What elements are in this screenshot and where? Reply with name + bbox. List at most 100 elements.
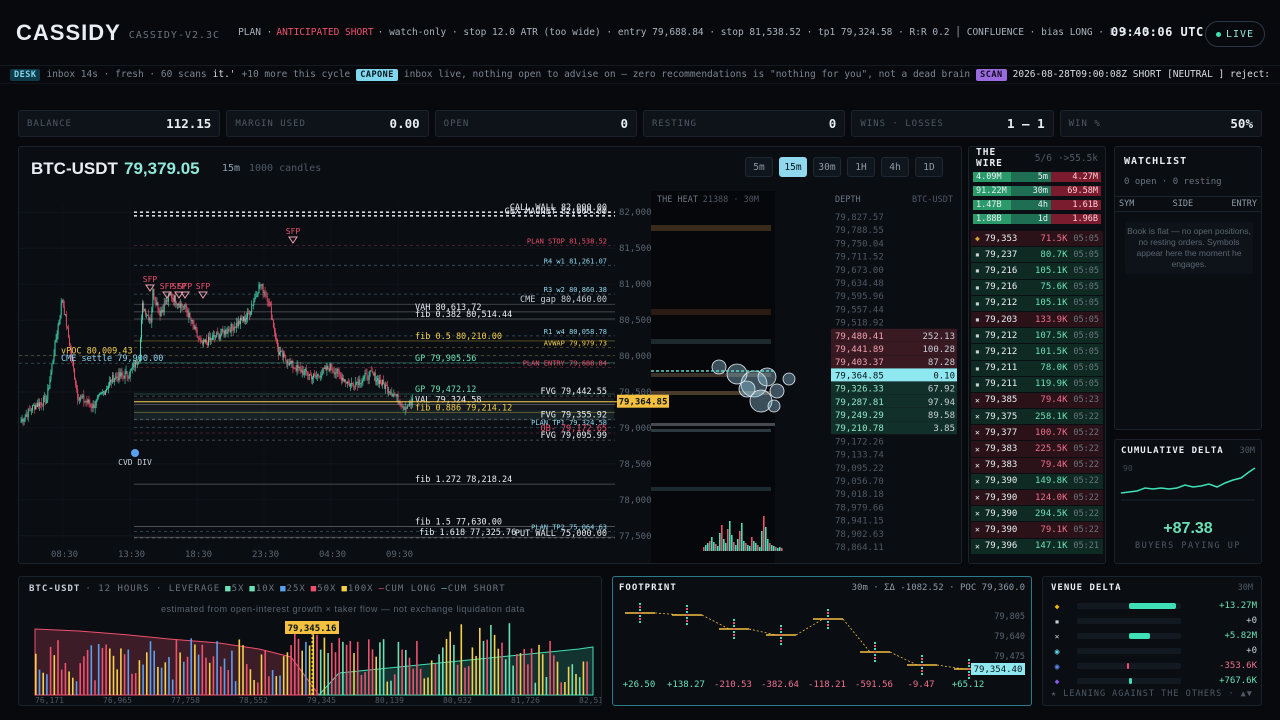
candle-body — [237, 320, 239, 326]
candle-body — [217, 332, 219, 334]
tf-button-4h[interactable]: 4h — [881, 157, 909, 177]
kraken-icon: ◆ — [1054, 676, 1060, 686]
liq-bar — [35, 653, 37, 695]
heat-volume-bar — [717, 546, 719, 551]
liq-bar — [305, 641, 307, 695]
wire-trade-row[interactable]: ▪ 79,212 101.5K 05:05 — [971, 344, 1103, 361]
cum-delta-caption: BUYERS PAYING UP — [1135, 541, 1241, 551]
tf-button-30m[interactable]: 30m — [813, 157, 841, 177]
wire-trade-row[interactable]: ✕ 79,375 258.1K 05:22 — [971, 409, 1103, 426]
tf-button-1h[interactable]: 1H — [847, 157, 875, 177]
liq-bar — [49, 646, 52, 695]
liq-x-tick: 76,965 — [103, 696, 132, 705]
venue-row[interactable]: ◉ +0 — [1049, 644, 1257, 658]
app-version: CASSIDY-V2.3C — [128, 30, 221, 41]
wire-trade-row[interactable]: ✕ 79,390 294.5K 05:22 — [971, 506, 1103, 523]
candle-body — [76, 385, 78, 390]
candle-body — [340, 375, 342, 381]
venue-row[interactable]: ◉ -353.6K — [1049, 659, 1257, 673]
wire-trade-row[interactable]: ✕ 79,383 79.4K 05:22 — [971, 457, 1103, 474]
candle-body — [98, 394, 100, 396]
col-sym[interactable]: SYM — [1119, 199, 1134, 209]
wire-trade-time: 05:22 — [1073, 508, 1099, 519]
price-chart-panel: BTC-USDT 79,379.05 15m 1000 candles 5m 1… — [18, 146, 962, 564]
candle-body — [387, 385, 389, 393]
heat-volume-bar — [749, 546, 751, 551]
candle-body — [309, 374, 310, 376]
candle-body — [299, 367, 301, 369]
liq-bar — [216, 641, 218, 695]
venue-delta-fill — [1129, 633, 1150, 639]
sfp-marker-icon[interactable] — [198, 291, 208, 299]
candlestick-chart[interactable]: 82,00081,50081,00080,50080,00079,50079,0… — [19, 191, 962, 563]
sfp-marker-icon[interactable] — [180, 291, 190, 299]
candle-body — [195, 326, 197, 330]
venue-row[interactable]: ▪ +0 — [1049, 614, 1257, 628]
candle-body — [238, 320, 240, 324]
wire-trade-row[interactable]: ▪ 79,203 133.9K 05:05 — [971, 311, 1103, 329]
candle-body — [42, 404, 44, 406]
wire-trade-row[interactable]: ✕ 79,383 225.5K 05:22 — [971, 441, 1103, 458]
heat-volume-bar — [747, 545, 749, 551]
wire-trade-row[interactable]: ✕ 79,390 149.8K 05:22 — [971, 473, 1103, 490]
liq-bar — [260, 654, 263, 695]
candle-body — [80, 396, 82, 398]
col-entry[interactable]: ENTRY — [1231, 199, 1257, 209]
wire-trade-row[interactable]: ◆ 79,353 71.5K 05:05 — [971, 231, 1103, 248]
liq-bar — [334, 652, 337, 695]
candle-body — [257, 293, 259, 297]
wire-trade-price: 79,212 — [984, 346, 1018, 357]
time-tick: 18:30 — [185, 550, 212, 560]
wire-trade-row[interactable]: ✕ 79,377 100.7K 05:22 — [971, 425, 1103, 442]
wire-trade-row[interactable]: ▪ 79,216 75.6K 05:05 — [971, 279, 1103, 296]
wire-trade-row[interactable]: ▪ 79,211 119.9K 05:05 — [971, 376, 1103, 393]
tf-button-1d[interactable]: 1D — [915, 157, 943, 177]
candle-body — [400, 405, 402, 406]
wire-trade-time: 05:05 — [1073, 298, 1099, 309]
liq-bar — [83, 656, 85, 695]
col-side[interactable]: SIDE — [1173, 199, 1193, 209]
depth-bid-price: 79,133.74 — [835, 451, 884, 461]
fp-poc-trend — [889, 651, 918, 666]
cvd-div-marker-icon[interactable] — [131, 449, 139, 457]
exchange-icon: ▪ — [975, 282, 980, 292]
liq-bar — [379, 642, 381, 695]
wire-trade-row[interactable]: ✕ 79,390 79.1K 05:22 — [971, 522, 1103, 539]
wire-trade-row[interactable]: ▪ 79,211 78.0K 05:05 — [971, 360, 1103, 377]
venue-row[interactable]: ◆ +767.6K — [1049, 674, 1257, 688]
sfp-marker-icon[interactable] — [288, 236, 298, 244]
wire-summary-row: 4.09M 5m 4.27M — [973, 170, 1101, 183]
candle-body — [251, 305, 253, 312]
wire-trade-row[interactable]: ▪ 79,216 105.1K 05:05 — [971, 263, 1103, 280]
tf-button-15m[interactable]: 15m — [779, 157, 807, 177]
scan-text: 2026-08-28T09:00:08Z SHORT [NEUTRAL ] re… — [1012, 69, 1271, 80]
candle-body — [48, 388, 50, 390]
wire-trade-row[interactable]: ✕ 79,396 147.1K 05:21 — [971, 538, 1103, 555]
venue-row[interactable]: ◆ +13.27M — [1049, 599, 1257, 613]
venue-delta-panel: VENUE DELTA 30M ◆ +13.27M ▪ +0 ✕ +5.82M ◉ +0 ◉ -3… — [1042, 576, 1262, 706]
wire-trade-row[interactable]: ▪ 79,212 107.5K 05:05 — [971, 328, 1103, 345]
depth-ask-price: 79,750.04 — [835, 239, 884, 249]
stat-value: 0.00 — [389, 116, 420, 131]
liq-bar — [127, 649, 130, 695]
wire-trade-row[interactable]: ▪ 79,212 105.1K 05:05 — [971, 295, 1103, 312]
candle-body — [222, 328, 224, 332]
level-label: FVG 79,095.99 — [540, 431, 607, 441]
live-button[interactable]: LIVE — [1205, 21, 1265, 47]
fp-cell — [639, 615, 641, 617]
tf-button-5m[interactable]: 5m — [745, 157, 773, 177]
liq-bar — [493, 634, 496, 695]
candle-body — [262, 284, 264, 293]
venue-row[interactable]: ✕ +5.82M — [1049, 629, 1257, 643]
candle-body — [31, 405, 33, 411]
stat-label: OPEN — [443, 118, 470, 129]
wire-filter[interactable]: ·>55.5k — [1058, 153, 1098, 164]
fp-y-tick: 79,640 — [994, 632, 1025, 642]
heat-band — [651, 429, 771, 432]
liq-bar — [434, 663, 437, 695]
fp-y-tick: 79,805 — [994, 612, 1025, 622]
wire-trade-row[interactable]: ✕ 79,390 124.0K 05:22 — [971, 490, 1103, 507]
wire-trade-row[interactable]: ✕ 79,385 79.4K 05:23 — [971, 392, 1103, 410]
fp-cell — [686, 620, 688, 622]
wire-trade-row[interactable]: ▪ 79,237 80.7K 05:05 — [971, 247, 1103, 264]
